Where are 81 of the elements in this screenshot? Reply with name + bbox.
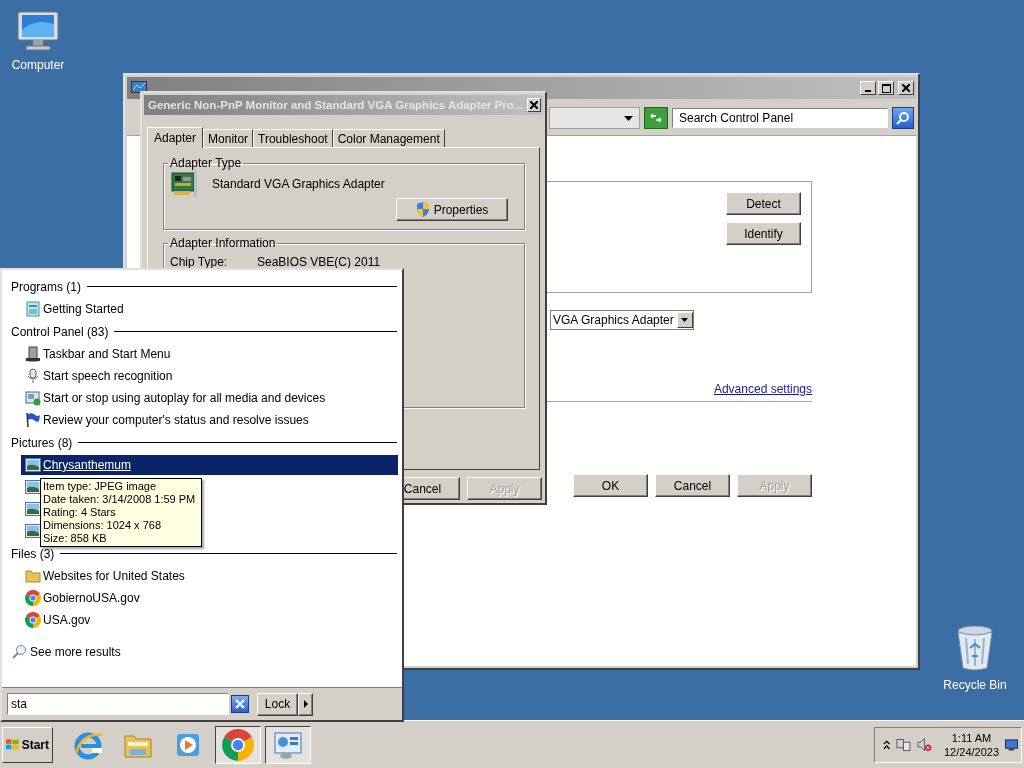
- chrome-icon: [25, 590, 41, 606]
- group-heading: Adapter Type: [169, 156, 243, 170]
- taskbar-app-button[interactable]: [215, 725, 261, 764]
- result-item[interactable]: Review your computer's status and resolve issues: [21, 409, 311, 431]
- muted-speaker-icon[interactable]: [917, 736, 932, 753]
- autoplay-icon: [25, 390, 41, 406]
- start-button[interactable]: Start: [2, 726, 53, 763]
- clock[interactable]: 1:11 AM 12/24/2023: [944, 730, 1000, 759]
- search-icon: [11, 644, 27, 660]
- info-value: SeaBIOS VBE(C) 2011: [257, 255, 381, 269]
- close-icon: [235, 699, 245, 709]
- result-item[interactable]: Websites for United States: [21, 565, 187, 587]
- properties-button[interactable]: Properties: [396, 198, 508, 221]
- search-field[interactable]: sta: [7, 693, 229, 715]
- microphone-icon: [25, 368, 41, 384]
- result-item[interactable]: Start speech recognition: [21, 365, 175, 387]
- group-heading: Files (3): [11, 546, 55, 561]
- result-item[interactable]: Start or stop using autoplay for all media and devices: [21, 387, 328, 409]
- group-heading: Control Panel (83): [11, 324, 109, 339]
- info-label: Chip Type:: [170, 255, 229, 269]
- refresh-button[interactable]: [644, 107, 668, 129]
- result-item[interactable]: Taskbar and Start Menu: [21, 343, 173, 365]
- network-icon[interactable]: [896, 736, 912, 753]
- flag-icon: [25, 412, 41, 428]
- tooltip-line: Item type: JPEG image: [43, 480, 158, 493]
- dialog-button[interactable]: OK: [573, 474, 648, 497]
- display-button[interactable]: Detect: [726, 192, 801, 215]
- advanced-settings-link[interactable]: Advanced settings: [713, 382, 812, 396]
- tooltip-line: Rating: 4 Stars: [43, 506, 117, 519]
- result-item[interactable]: GobiernoUSA.gov: [21, 587, 142, 609]
- result-item[interactable]: Getting Started: [21, 298, 126, 320]
- dialog-button[interactable]: Cancel: [655, 474, 730, 497]
- monitor-icon: [131, 81, 147, 95]
- tab[interactable]: Troubleshoot: [253, 129, 333, 147]
- close-icon: [902, 84, 910, 92]
- app-icon: [25, 301, 41, 317]
- search-icon: [896, 111, 910, 125]
- tab[interactable]: Monitor: [203, 129, 254, 147]
- chrome-icon: [222, 728, 254, 761]
- dropdown-arrow-icon[interactable]: [624, 115, 633, 121]
- image-file-icon: [25, 458, 41, 472]
- tab[interactable]: Adapter: [147, 127, 204, 148]
- taskbar-app-button[interactable]: [265, 725, 311, 764]
- group-heading: Adapter Information: [169, 236, 277, 250]
- show-desktop-icon[interactable]: [1005, 738, 1018, 751]
- computer-icon[interactable]: [15, 10, 61, 52]
- tooltip-line: Dimensions: 1024 x 768: [43, 519, 162, 532]
- shield-icon: [415, 202, 430, 217]
- result-item[interactable]: USA.gov: [21, 609, 93, 631]
- caret-icon: [303, 700, 308, 708]
- adapter-name: Standard VGA Graphics Adapter: [212, 177, 385, 191]
- graphics-card-icon: [170, 170, 200, 198]
- windows-logo-icon: [6, 738, 19, 751]
- chevron-up-icon[interactable]: [883, 739, 891, 750]
- tab[interactable]: Color Management: [332, 129, 445, 147]
- lock-button[interactable]: Lock: [257, 692, 298, 716]
- display-button[interactable]: Identify: [726, 222, 801, 245]
- desktop-icon-label[interactable]: Computer: [11, 58, 65, 72]
- group-heading: Pictures (8): [11, 435, 73, 450]
- result-item[interactable]: Chrysanthemum: [21, 455, 398, 475]
- display-dropdown[interactable]: VGA Graphics Adapter: [550, 310, 694, 330]
- tower-icon: [25, 346, 41, 362]
- clear-search-button[interactable]: [231, 695, 249, 713]
- folder-icon: [25, 568, 41, 584]
- tooltip-line: Date taken: 3/14/2008 1:59 PM: [43, 493, 197, 506]
- group-heading: Programs (1): [11, 279, 81, 294]
- tooltip-line: Size: 858 KB: [43, 532, 108, 545]
- image-file-icon: [25, 524, 41, 538]
- image-file-icon: [25, 480, 41, 494]
- search-field[interactable]: Search Control Panel: [672, 108, 888, 128]
- desktop-icon-label[interactable]: Recycle Bin: [943, 678, 1007, 692]
- maximize-icon: [881, 83, 891, 93]
- search-button[interactable]: [892, 107, 914, 129]
- see-more-results-link[interactable]: See more results: [11, 644, 121, 660]
- shutdown-options-button[interactable]: [298, 692, 313, 716]
- image-file-icon: [25, 502, 41, 516]
- chrome-icon: [25, 612, 41, 628]
- close-icon: [530, 101, 539, 109]
- refresh-icon: [648, 111, 664, 125]
- dropdown-arrow-icon[interactable]: [681, 318, 689, 322]
- recycle-bin-icon[interactable]: [955, 624, 995, 672]
